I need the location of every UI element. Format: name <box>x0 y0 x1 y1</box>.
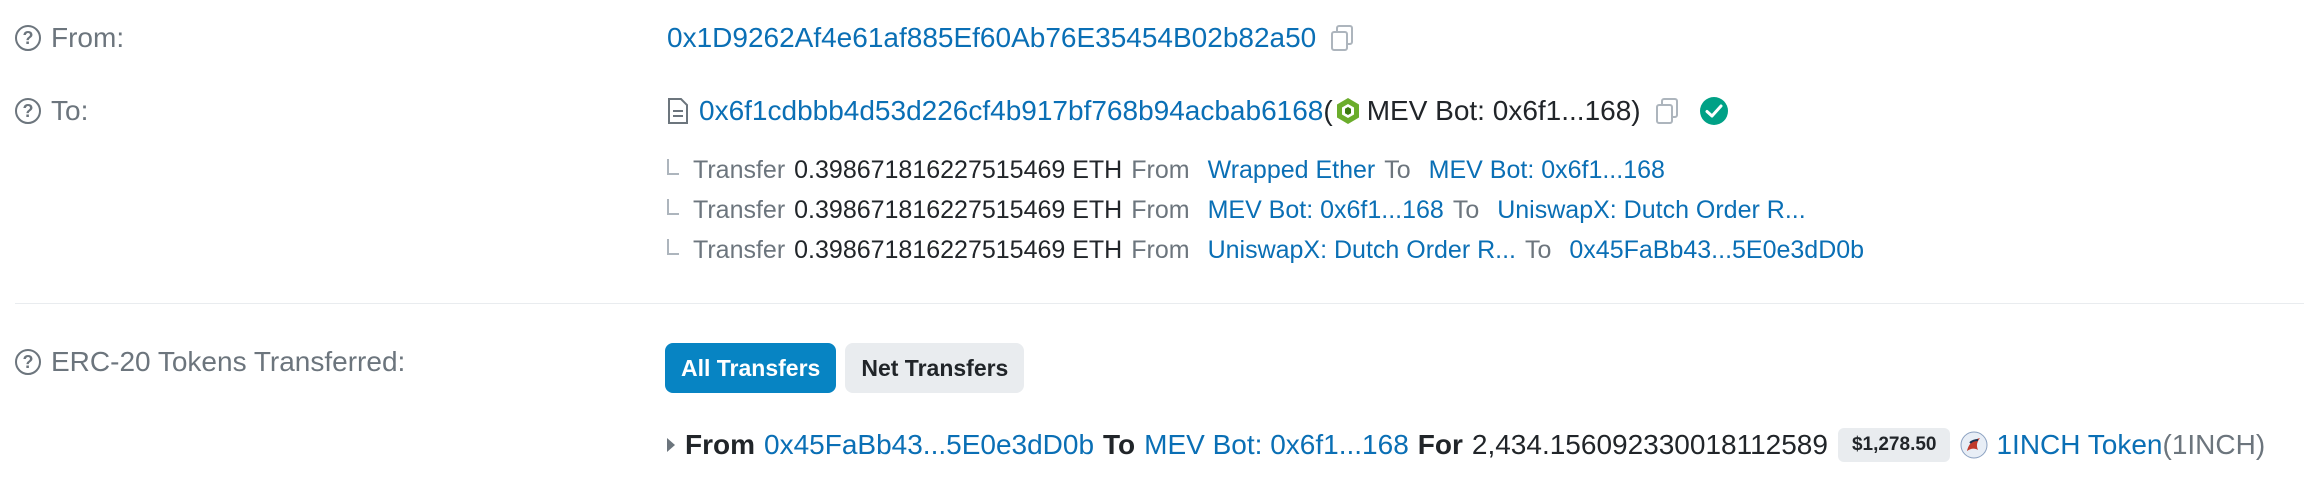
token-1inch-icon <box>1960 431 1988 459</box>
transfer-word: Transfer <box>693 236 786 264</box>
to-label-group: ? To: <box>15 95 88 127</box>
question-icon[interactable]: ? <box>15 349 41 375</box>
tree-corner-icon <box>667 198 679 215</box>
question-icon[interactable]: ? <box>15 25 41 51</box>
token-amount: 2,434.156092330018112589 <box>1471 429 1828 460</box>
copy-icon[interactable] <box>1330 24 1356 52</box>
tree-corner-icon <box>667 158 679 175</box>
to-label: To: <box>51 95 89 126</box>
transfer-to-word: To <box>1384 156 1411 184</box>
transfer-from-link[interactable]: MEV Bot: 0x6f1...168 <box>1208 196 1444 225</box>
transfer-to-word: To <box>1525 236 1552 264</box>
from-address-link[interactable]: 0x1D9262Af4e61af885Ef60Ab76E35454B02b82a… <box>667 22 1316 54</box>
token-from-link[interactable]: 0x45FaBb43...5E0e3dD0b <box>764 429 1094 461</box>
transfer-amount: 0.398671816227515469 ETH <box>794 156 1123 184</box>
close-paren: ) <box>1631 95 1641 126</box>
transfer-amount: 0.398671816227515469 ETH <box>794 236 1123 264</box>
to-address-link[interactable]: 0x6f1cdbbb4d53d226cf4b917bf768b94acbab61… <box>699 95 1323 127</box>
caret-right-icon[interactable] <box>667 438 675 452</box>
transfer-from-link[interactable]: Wrapped Ether <box>1208 156 1376 185</box>
token-to-word: To <box>1103 429 1136 460</box>
tab-net-transfers[interactable]: Net Transfers <box>845 343 1025 393</box>
token-from-word: From <box>685 429 755 460</box>
question-icon[interactable]: ? <box>15 98 41 124</box>
token-name-link[interactable]: 1INCH Token <box>1996 429 2162 461</box>
transfer-word: Transfer <box>693 196 786 224</box>
token-symbol: (1INCH) <box>2162 429 2266 460</box>
internal-transfer-row: Transfer 0.398671816227515469 ETH From U… <box>667 236 1864 265</box>
transfer-to-link[interactable]: UniswapX: Dutch Order R... <box>1497 196 1805 225</box>
erc20-label: ERC-20 Tokens Transferred: <box>51 346 406 377</box>
copy-icon[interactable] <box>1655 97 1681 125</box>
contract-icon <box>668 98 688 124</box>
to-name: MEV Bot: 0x6f1...168 <box>1366 95 1632 126</box>
internal-transfer-row: Transfer 0.398671816227515469 ETH From W… <box>667 156 1665 185</box>
transfer-word: Transfer <box>693 156 786 184</box>
usd-value-badge: $1,278.50 <box>1837 428 1951 462</box>
mev-bot-icon <box>1336 98 1359 124</box>
token-transfer-row: From 0x45FaBb43...5E0e3dD0b To MEV Bot: … <box>667 428 2265 462</box>
to-value: 0x6f1cdbbb4d53d226cf4b917bf768b94acbab61… <box>667 95 1729 127</box>
erc20-label-group: ? ERC-20 Tokens Transferred: <box>15 346 405 378</box>
transfer-from-word: From <box>1131 236 1190 264</box>
transfer-to-link[interactable]: 0x45FaBb43...5E0e3dD0b <box>1569 236 1864 265</box>
from-label-group: ? From: <box>15 22 124 54</box>
token-to-link[interactable]: MEV Bot: 0x6f1...168 <box>1144 429 1409 461</box>
verified-check-icon <box>1699 97 1728 125</box>
erc20-transfer-tabs: All Transfers Net Transfers <box>665 343 1025 393</box>
transfer-from-word: From <box>1131 196 1190 224</box>
transfer-from-link[interactable]: UniswapX: Dutch Order R... <box>1208 236 1516 265</box>
internal-transfer-row: Transfer 0.398671816227515469 ETH From M… <box>667 196 1806 225</box>
transfer-to-word: To <box>1452 196 1480 224</box>
transfer-to-link[interactable]: MEV Bot: 0x6f1...168 <box>1429 156 1665 185</box>
transfer-from-word: From <box>1131 156 1190 184</box>
from-value: 0x1D9262Af4e61af885Ef60Ab76E35454B02b82a… <box>667 22 1356 54</box>
section-divider <box>15 303 2304 304</box>
tree-corner-icon <box>667 238 679 255</box>
tab-all-transfers[interactable]: All Transfers <box>665 343 837 393</box>
token-for-word: For <box>1417 429 1463 460</box>
transfer-amount: 0.398671816227515469 ETH <box>794 196 1123 224</box>
from-label: From: <box>51 22 125 53</box>
open-paren: ( <box>1323 95 1333 126</box>
